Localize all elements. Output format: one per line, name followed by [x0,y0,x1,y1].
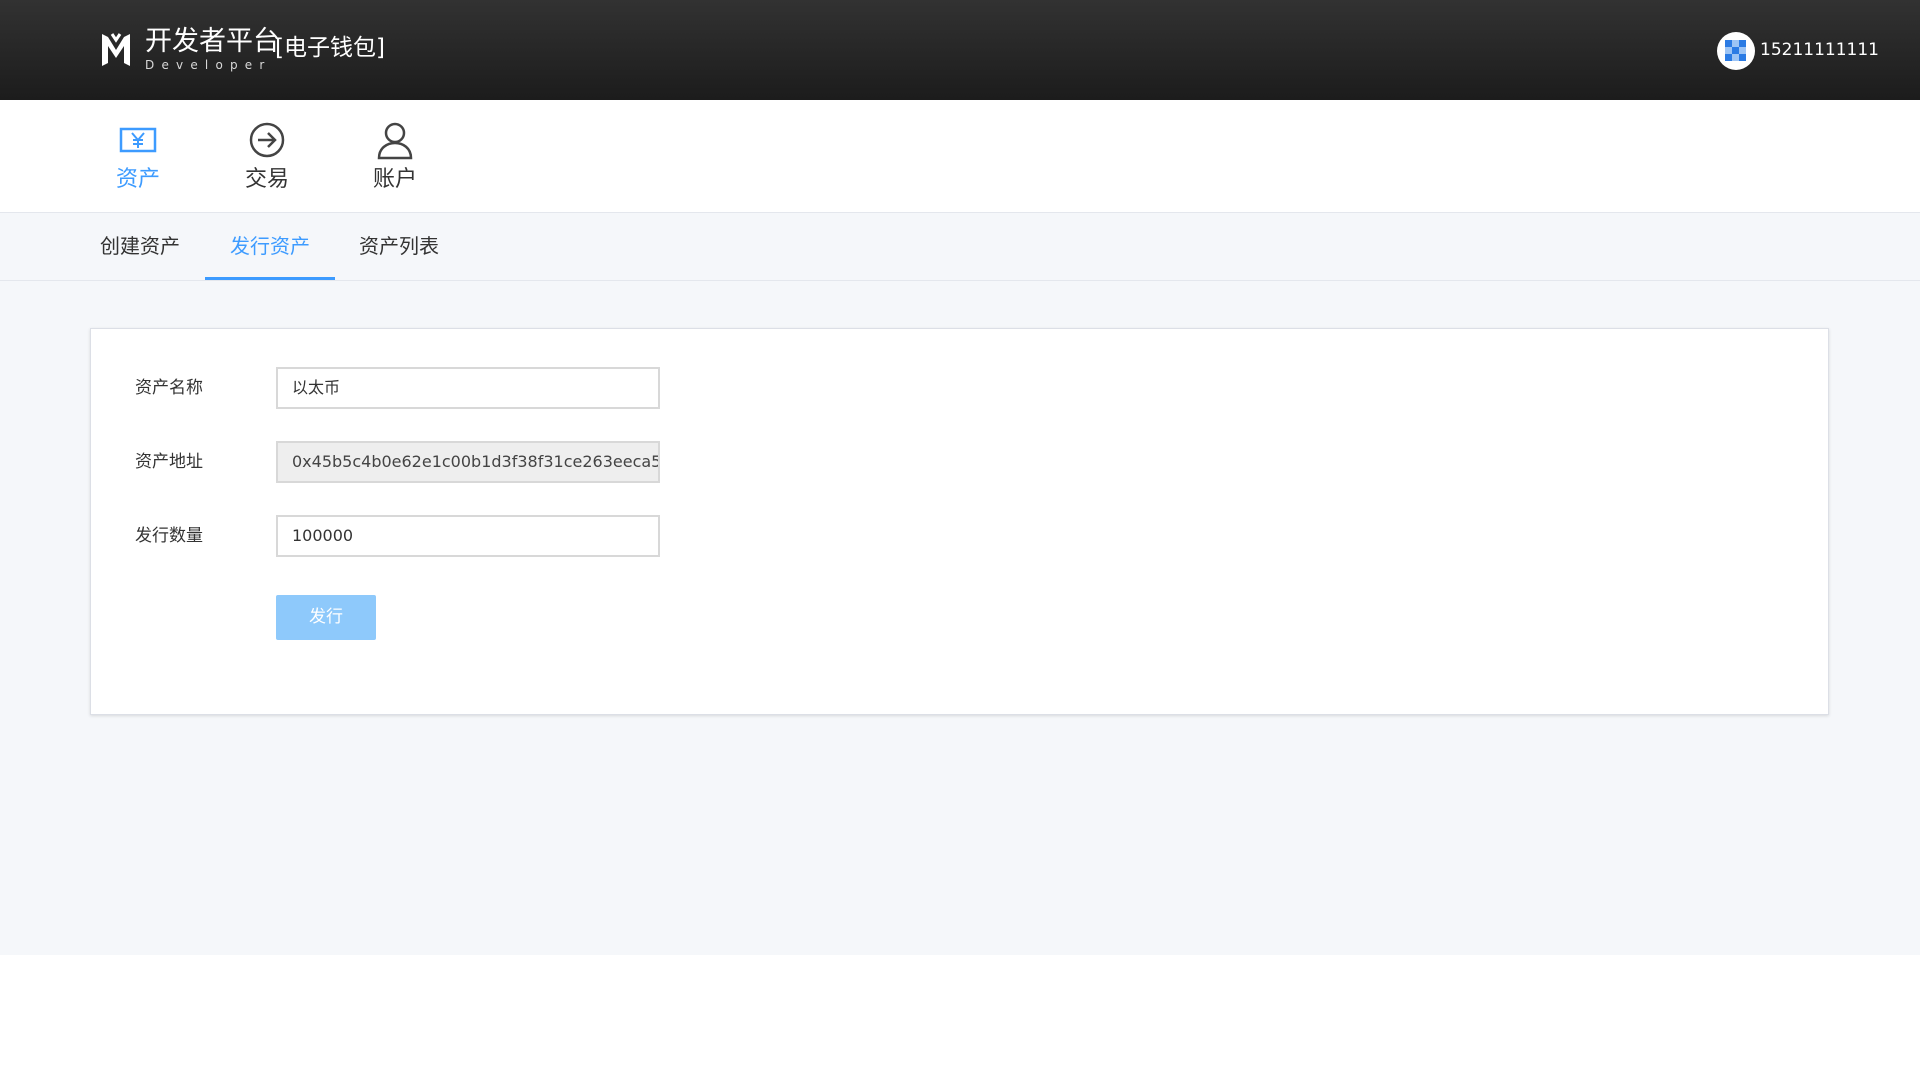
yen-icon [119,127,157,153]
arrow-circle-icon [249,122,285,158]
main-nav: 资产 交易 账户 [0,100,1920,212]
brand-title: 开发者平台 [145,26,280,57]
user-icon [377,122,413,160]
asset-name-label: 资产名称 [135,378,203,398]
username[interactable]: 15211111111 [1760,38,1879,62]
nav-item-transactions[interactable]: 交易 [217,100,317,212]
issue-amount-label: 发行数量 [135,526,203,546]
tab-create-asset[interactable]: 创建资产 [100,213,180,280]
avatar-pattern-icon [1725,40,1746,61]
user-avatar[interactable] [1717,32,1755,70]
issue-asset-form: 资产名称 以太币 资产地址 0x45b5c4b0e62e1c00b1d3f38f… [90,328,1829,715]
tab-issue-asset[interactable]: 发行资产 [205,213,335,280]
content-area: 创建资产 发行资产 资产列表 资产名称 以太币 资产地址 0x45b5c4b0e… [0,212,1920,955]
sub-tabs: 创建资产 发行资产 资产列表 [0,213,1920,281]
issue-button[interactable]: 发行 [276,595,376,640]
asset-address-field[interactable]: 0x45b5c4b0e62e1c00b1d3f38f31ce263eeca5 [276,441,660,483]
brand-subtitle: Developer [145,58,272,72]
nav-item-assets[interactable]: 资产 [88,100,188,212]
nav-item-label: 资产 [115,167,160,192]
nav-item-account[interactable]: 账户 [345,100,445,212]
asset-name-field[interactable]: 以太币 [276,367,660,409]
top-header: 开发者平台 Developer [电子钱包] 15211111111 [0,0,1920,100]
brand-tag: [电子钱包] [275,35,385,61]
nav-item-label: 交易 [244,167,289,192]
asset-address-label: 资产地址 [135,452,203,472]
nav-item-label: 账户 [372,167,417,192]
logo-icon [102,33,130,66]
tab-asset-list[interactable]: 资产列表 [359,213,439,280]
issue-amount-field[interactable]: 100000 [276,515,660,557]
